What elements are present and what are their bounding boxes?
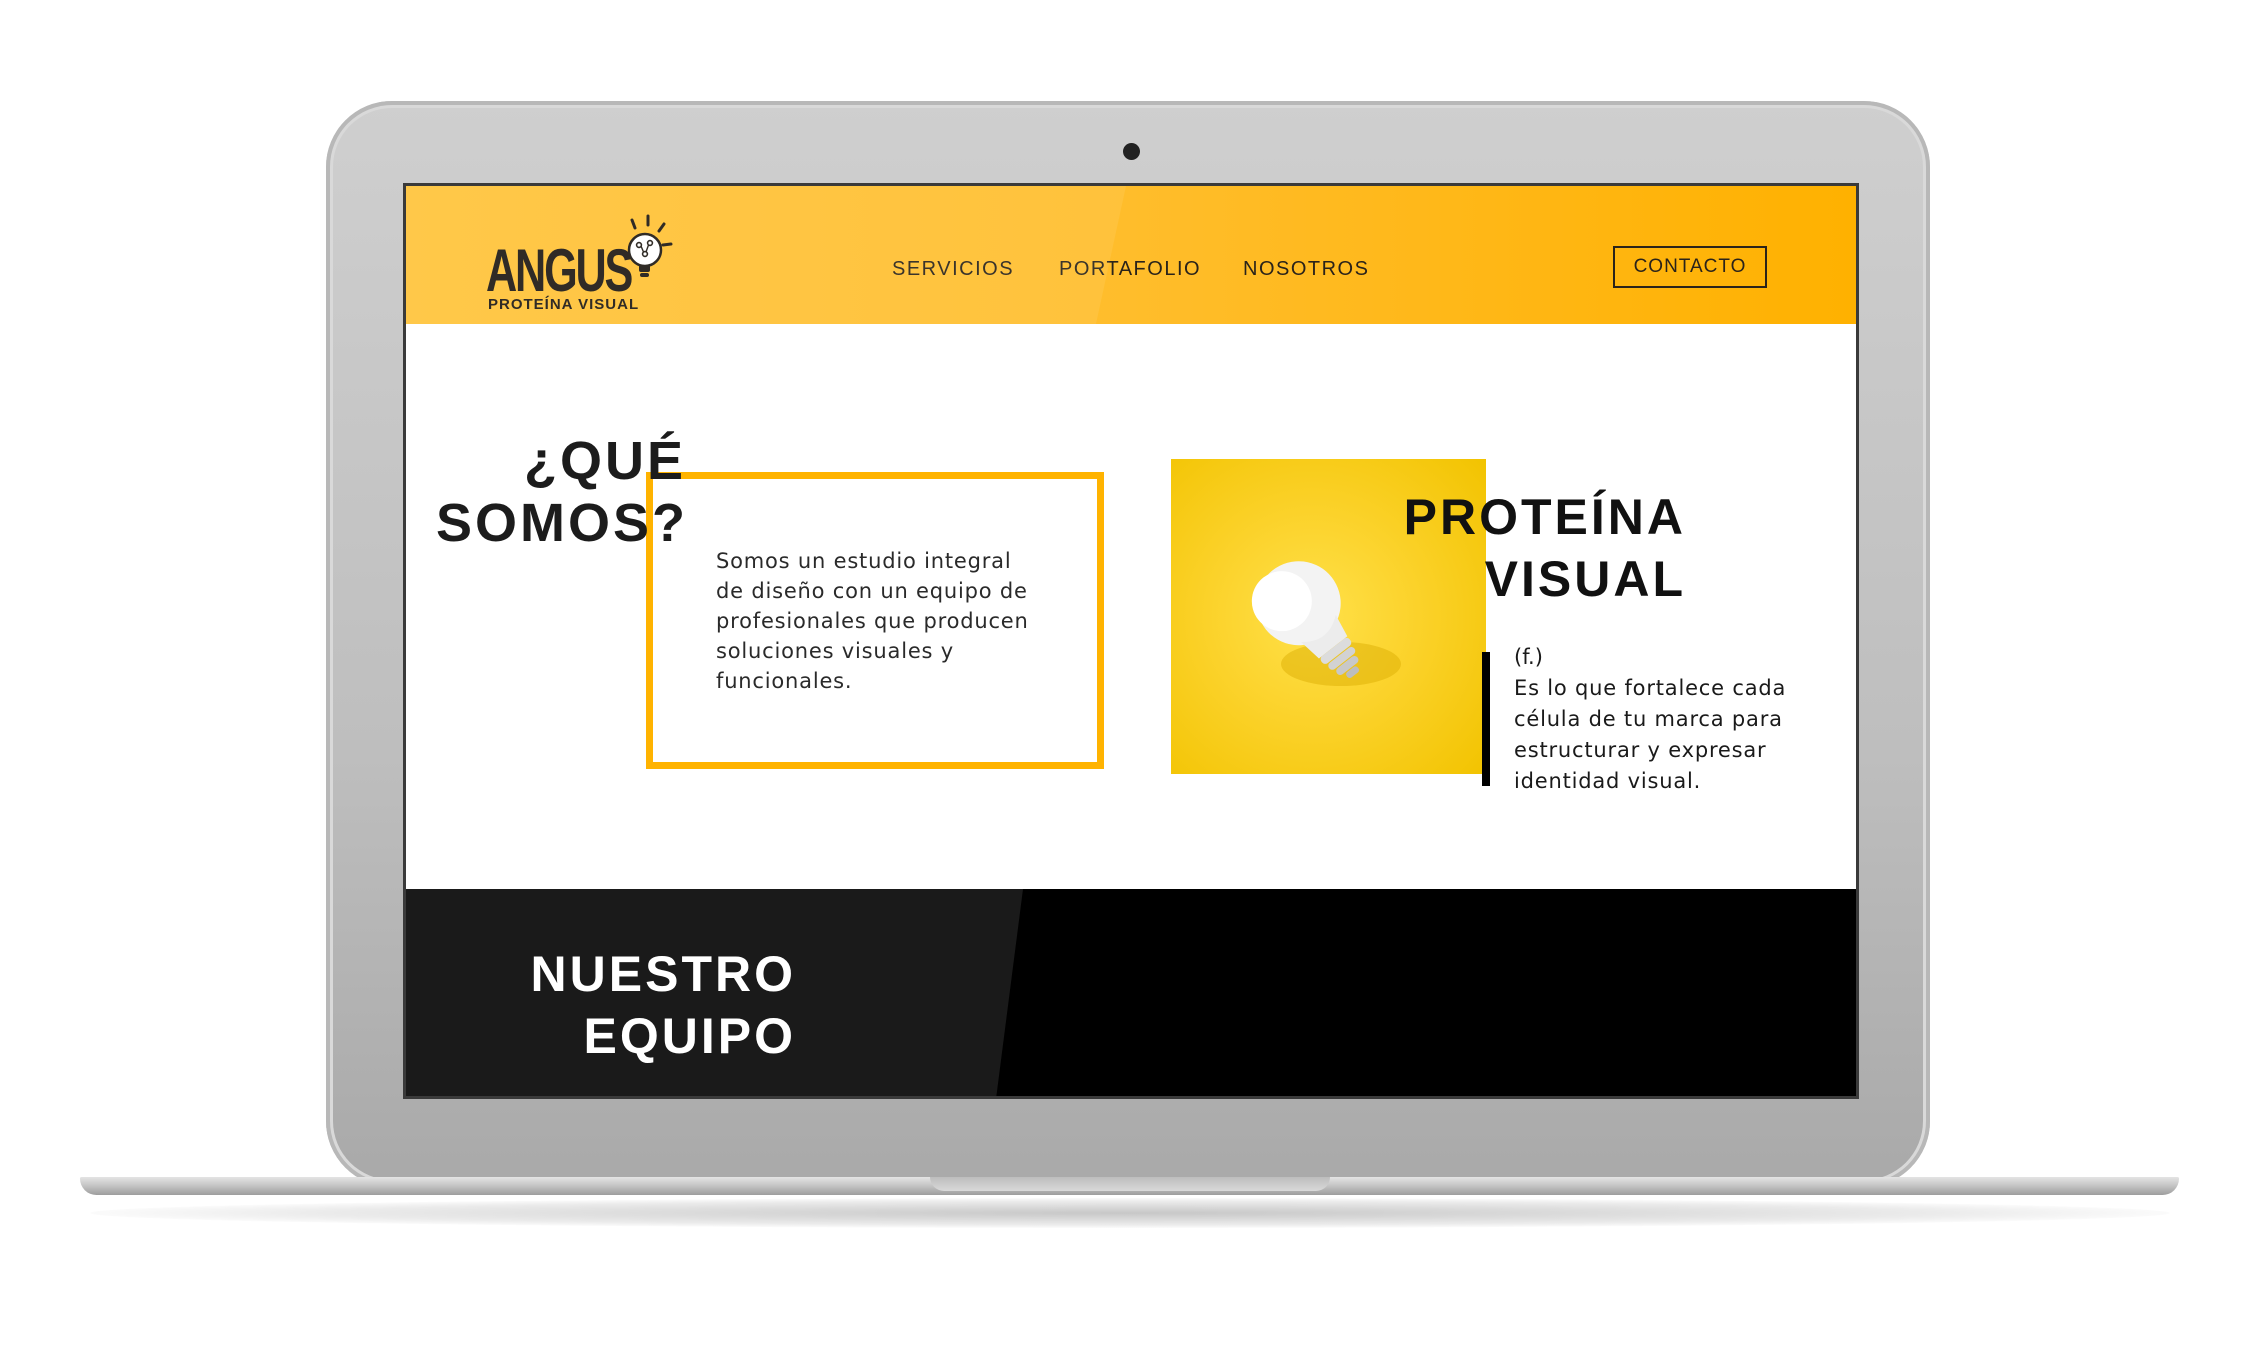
protein-title-line2: VISUAL	[1484, 551, 1686, 607]
definition-line: Es lo que fortalece cada	[1514, 676, 1787, 700]
about-line: funcionales.	[716, 669, 853, 693]
logo-bulb-icon	[627, 214, 673, 277]
about-title-line1: ¿QUÉ	[523, 431, 686, 491]
about-line: de diseño con un equipo de	[716, 579, 1028, 603]
nav-nosotros[interactable]: NOSOTROS	[1243, 258, 1369, 281]
team-title-line2: EQUIPO	[583, 1008, 796, 1064]
laptop-mockup: ANGUS PROTEÍNA VISUAL SERVICIOS PORTAFOL…	[0, 0, 2251, 1358]
protein-title: PROTEÍNA VISUAL	[1346, 486, 1686, 610]
protein-definition: Es lo que fortalece cada célula de tu ma…	[1514, 673, 1824, 797]
nav-servicios[interactable]: SERVICIOS	[892, 258, 1014, 281]
definition-bar	[1482, 652, 1490, 786]
about-line: soluciones visuales y	[716, 639, 954, 663]
definition-line: estructurar y expresar	[1514, 738, 1767, 762]
webcam-icon	[1123, 143, 1140, 160]
nav-portafolio[interactable]: PORTAFOLIO	[1059, 258, 1201, 281]
contact-button[interactable]: CONTACTO	[1613, 246, 1767, 288]
about-description: Somos un estudio integral de diseño con …	[716, 546, 1046, 696]
logo-tagline: PROTEÍNA VISUAL	[488, 296, 640, 313]
definition-line: célula de tu marca para	[1514, 707, 1783, 731]
about-title: ¿QUÉ SOMOS?	[436, 430, 686, 554]
team-section: NUESTRO EQUIPO	[406, 889, 1856, 1096]
angus-logo[interactable]: ANGUS PROTEÍNA VISUAL	[486, 200, 686, 313]
protein-title-line1: PROTEÍNA	[1403, 489, 1686, 545]
word-class: (f.)	[1514, 645, 1543, 669]
team-title-line1: NUESTRO	[530, 946, 796, 1002]
about-line: profesionales que producen	[716, 609, 1029, 633]
floor-shadow	[90, 1198, 2170, 1228]
laptop-notch	[930, 1177, 1330, 1191]
site-header: ANGUS PROTEÍNA VISUAL SERVICIOS PORTAFOL…	[406, 186, 1856, 324]
logo-wordmark: ANGUS	[486, 237, 633, 304]
contact-button-label: CONTACTO	[1633, 256, 1747, 277]
definition-line: identidad visual.	[1514, 769, 1702, 793]
about-title-line2: SOMOS?	[436, 493, 689, 553]
team-title: NUESTRO EQUIPO	[446, 943, 796, 1067]
website-screen: ANGUS PROTEÍNA VISUAL SERVICIOS PORTAFOL…	[403, 183, 1859, 1099]
about-line: Somos un estudio integral	[716, 549, 1012, 573]
